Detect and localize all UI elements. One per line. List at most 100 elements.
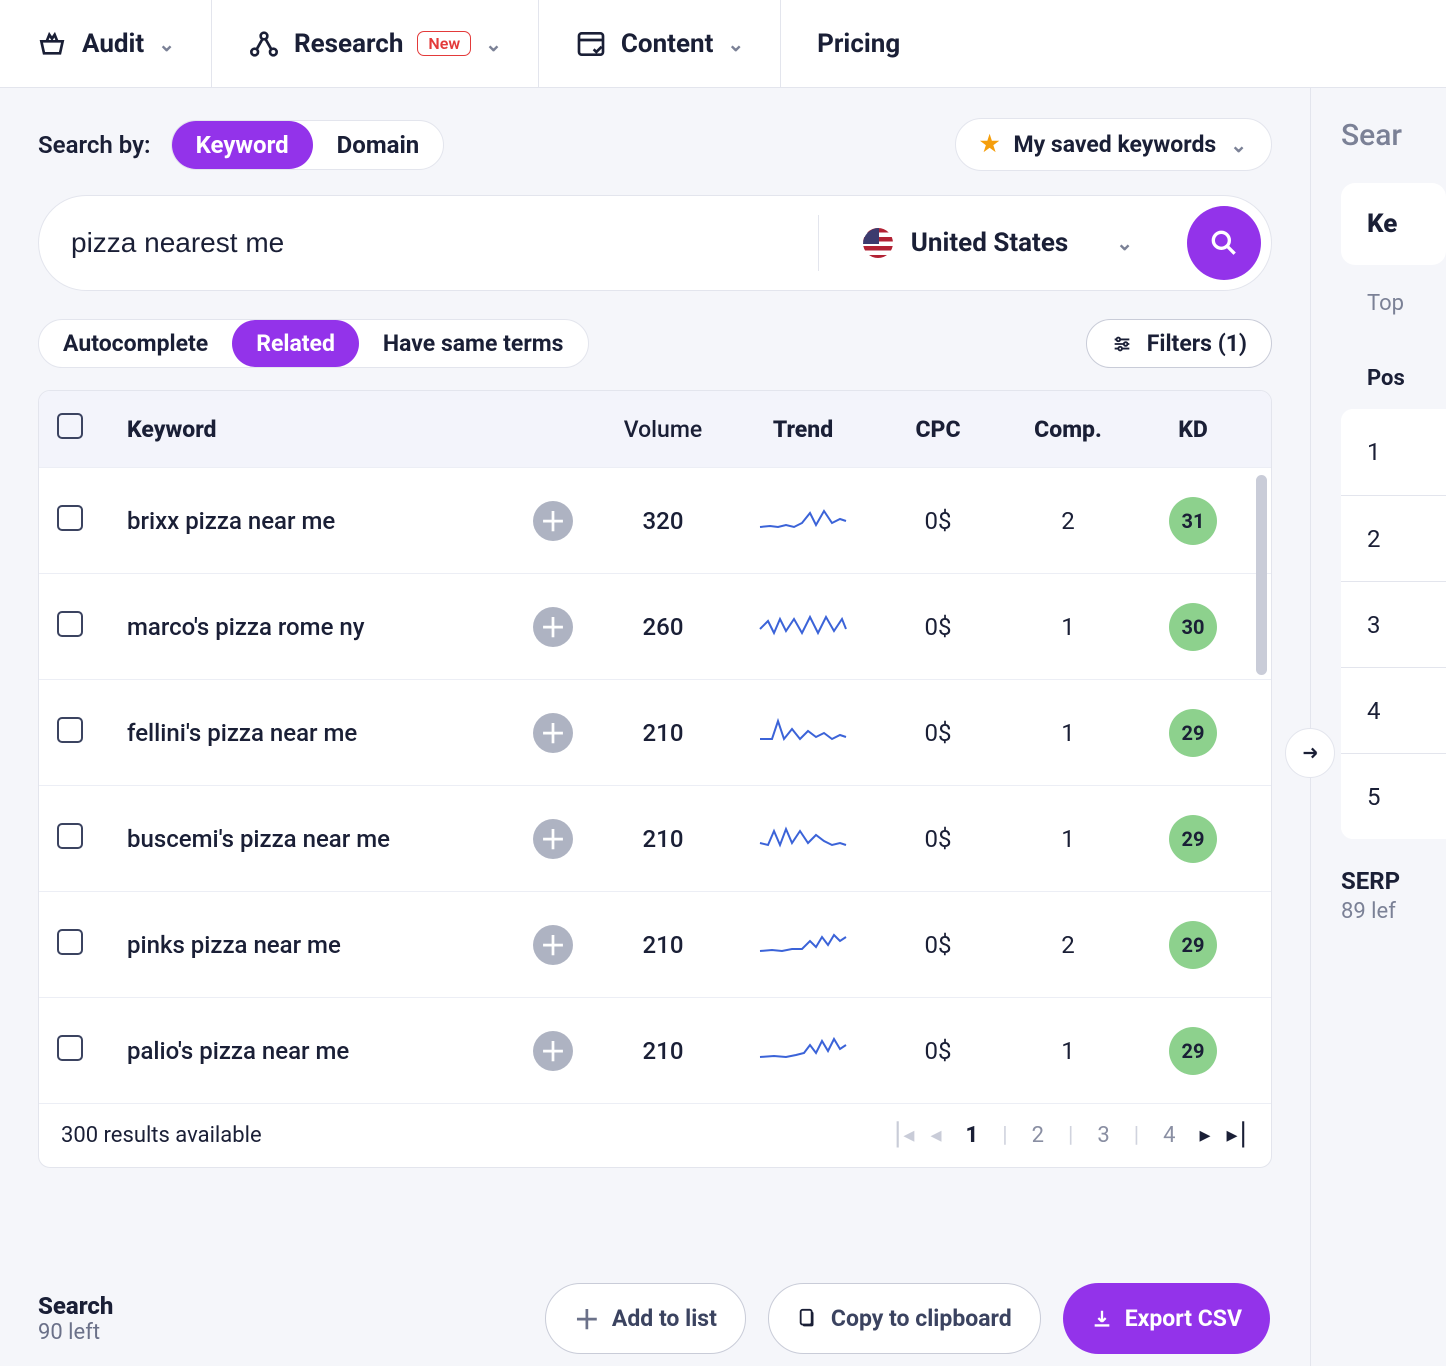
table-row[interactable]: palio's pizza near me＋2100$129	[39, 997, 1271, 1103]
chevron-down-icon: ⌄	[158, 32, 175, 56]
sparkline-icon	[758, 501, 848, 535]
serp-row[interactable]: 3	[1341, 581, 1446, 667]
new-badge: New	[417, 31, 471, 56]
page-prev[interactable]: ◂	[930, 1123, 941, 1148]
saved-keywords-label: My saved keywords	[1014, 131, 1217, 158]
side-top-label: Top	[1367, 291, 1446, 316]
row-checkbox[interactable]	[57, 611, 83, 637]
sparkline-icon	[758, 819, 848, 853]
row-checkbox[interactable]	[57, 929, 83, 955]
add-keyword-button[interactable]: ＋	[533, 925, 573, 965]
col-volume[interactable]: Volume	[593, 416, 733, 443]
serp-row[interactable]: 1	[1341, 409, 1446, 495]
kd-cell: 29	[1133, 815, 1253, 863]
sliders-icon	[1111, 333, 1133, 355]
nav-research[interactable]: Research New ⌄	[212, 0, 539, 87]
trend-cell	[733, 925, 873, 965]
comp-cell: 1	[1003, 613, 1133, 641]
add-keyword-button[interactable]: ＋	[533, 607, 573, 647]
tab-related[interactable]: Related	[232, 320, 359, 367]
saved-keywords-button[interactable]: ★ My saved keywords ⌄	[955, 118, 1272, 171]
volume-cell: 320	[593, 507, 733, 535]
serp-row[interactable]: 5	[1341, 753, 1446, 839]
sparkline-icon	[758, 713, 848, 747]
cpc-cell: 0$	[873, 719, 1003, 747]
col-cpc[interactable]: CPC	[873, 416, 1003, 443]
volume-cell: 210	[593, 719, 733, 747]
volume-cell: 260	[593, 613, 733, 641]
search-by-keyword[interactable]: Keyword	[172, 121, 313, 169]
clipboard-icon	[797, 1308, 819, 1330]
search-button[interactable]	[1187, 206, 1261, 280]
copy-label: Copy to clipboard	[831, 1305, 1012, 1332]
row-checkbox[interactable]	[57, 823, 83, 849]
select-all-checkbox[interactable]	[57, 413, 83, 439]
add-to-list-button[interactable]: ＋ Add to list	[545, 1283, 746, 1354]
add-keyword-button[interactable]: ＋	[533, 713, 573, 753]
kd-cell: 29	[1133, 709, 1253, 757]
trend-cell	[733, 1031, 873, 1071]
kd-cell: 29	[1133, 921, 1253, 969]
keyword-cell: fellini's pizza near me	[127, 719, 533, 747]
side-pos-header: Pos	[1367, 366, 1446, 391]
nav-pricing[interactable]: Pricing	[781, 0, 936, 87]
table-row[interactable]: fellini's pizza near me＋ 210 0$129	[39, 679, 1271, 785]
volume-cell: 210	[593, 825, 733, 853]
export-csv-button[interactable]: Export CSV	[1063, 1283, 1270, 1354]
table-row[interactable]: brixx pizza near me＋3200$231	[39, 467, 1271, 573]
result-mode-tabs: Autocomplete Related Have same terms	[38, 319, 589, 368]
chevron-down-icon: ⌄	[485, 32, 502, 56]
keyword-cell: marco's pizza rome ny	[127, 613, 533, 641]
cpc-cell: 0$	[873, 613, 1003, 641]
page-3[interactable]: 3	[1089, 1123, 1117, 1148]
row-checkbox[interactable]	[57, 717, 83, 743]
scrollbar-thumb[interactable]	[1256, 475, 1267, 675]
col-keyword[interactable]: Keyword	[127, 416, 533, 443]
col-trend[interactable]: Trend	[733, 416, 873, 443]
add-keyword-button[interactable]: ＋	[533, 819, 573, 859]
add-keyword-button[interactable]: ＋	[533, 501, 573, 541]
keyword-cell: brixx pizza near me	[127, 507, 533, 535]
filters-button[interactable]: Filters (1)	[1086, 319, 1272, 368]
col-comp[interactable]: Comp.	[1003, 416, 1133, 443]
nav-content-label: Content	[621, 29, 713, 59]
serp-row[interactable]: 4	[1341, 667, 1446, 753]
top-nav: Audit ⌄ Research New ⌄ Content ⌄ Pricing	[0, 0, 1446, 88]
row-checkbox[interactable]	[57, 505, 83, 531]
page-1[interactable]: 1	[958, 1123, 987, 1148]
search-input[interactable]	[71, 227, 818, 259]
serp-row[interactable]: 2	[1341, 495, 1446, 581]
nav-pricing-label: Pricing	[817, 29, 900, 59]
page-last[interactable]: ▸⎮	[1226, 1123, 1249, 1148]
add-keyword-button[interactable]: ＋	[533, 1031, 573, 1071]
row-checkbox[interactable]	[57, 1035, 83, 1061]
star-icon: ★	[980, 132, 1000, 157]
country-selector[interactable]: United States ⌄	[818, 215, 1177, 271]
nav-research-label: Research	[294, 29, 403, 59]
page-2[interactable]: 2	[1024, 1123, 1052, 1148]
table-row[interactable]: pinks pizza near me＋2100$229	[39, 891, 1271, 997]
page-4[interactable]: 4	[1155, 1123, 1183, 1148]
tab-same-terms[interactable]: Have same terms	[359, 320, 588, 367]
nav-content[interactable]: Content ⌄	[539, 0, 781, 87]
nodes-icon	[248, 28, 280, 60]
copy-button[interactable]: Copy to clipboard	[768, 1283, 1041, 1354]
main-panel: Search by: Keyword Domain ★ My saved key…	[0, 88, 1310, 1366]
search-quota: Search 90 left	[38, 1292, 113, 1345]
page-first[interactable]: ⎮◂	[892, 1123, 915, 1148]
table-row[interactable]: marco's pizza rome ny＋2600$130	[39, 573, 1271, 679]
serp-quota-title: SERP	[1341, 867, 1446, 895]
nav-audit[interactable]: Audit ⌄	[0, 0, 212, 87]
side-panel: Sear Ke Top Pos 1 2 3 4 5 SERP 89 lef	[1310, 88, 1446, 1366]
tab-autocomplete[interactable]: Autocomplete	[39, 320, 232, 367]
col-kd[interactable]: KD	[1133, 416, 1253, 443]
nav-audit-label: Audit	[82, 29, 144, 59]
search-by-domain[interactable]: Domain	[313, 121, 444, 169]
table-row[interactable]: buscemi's pizza near me＋2100$129	[39, 785, 1271, 891]
expand-right-panel-button[interactable]	[1285, 728, 1335, 778]
comp-cell: 1	[1003, 719, 1133, 747]
search-by-label: Search by:	[38, 131, 151, 159]
sparkline-icon	[758, 925, 848, 959]
pagination: ⎮◂ ◂ 1| 2| 3| 4 ▸ ▸⎮	[892, 1123, 1249, 1148]
page-next[interactable]: ▸	[1199, 1123, 1210, 1148]
